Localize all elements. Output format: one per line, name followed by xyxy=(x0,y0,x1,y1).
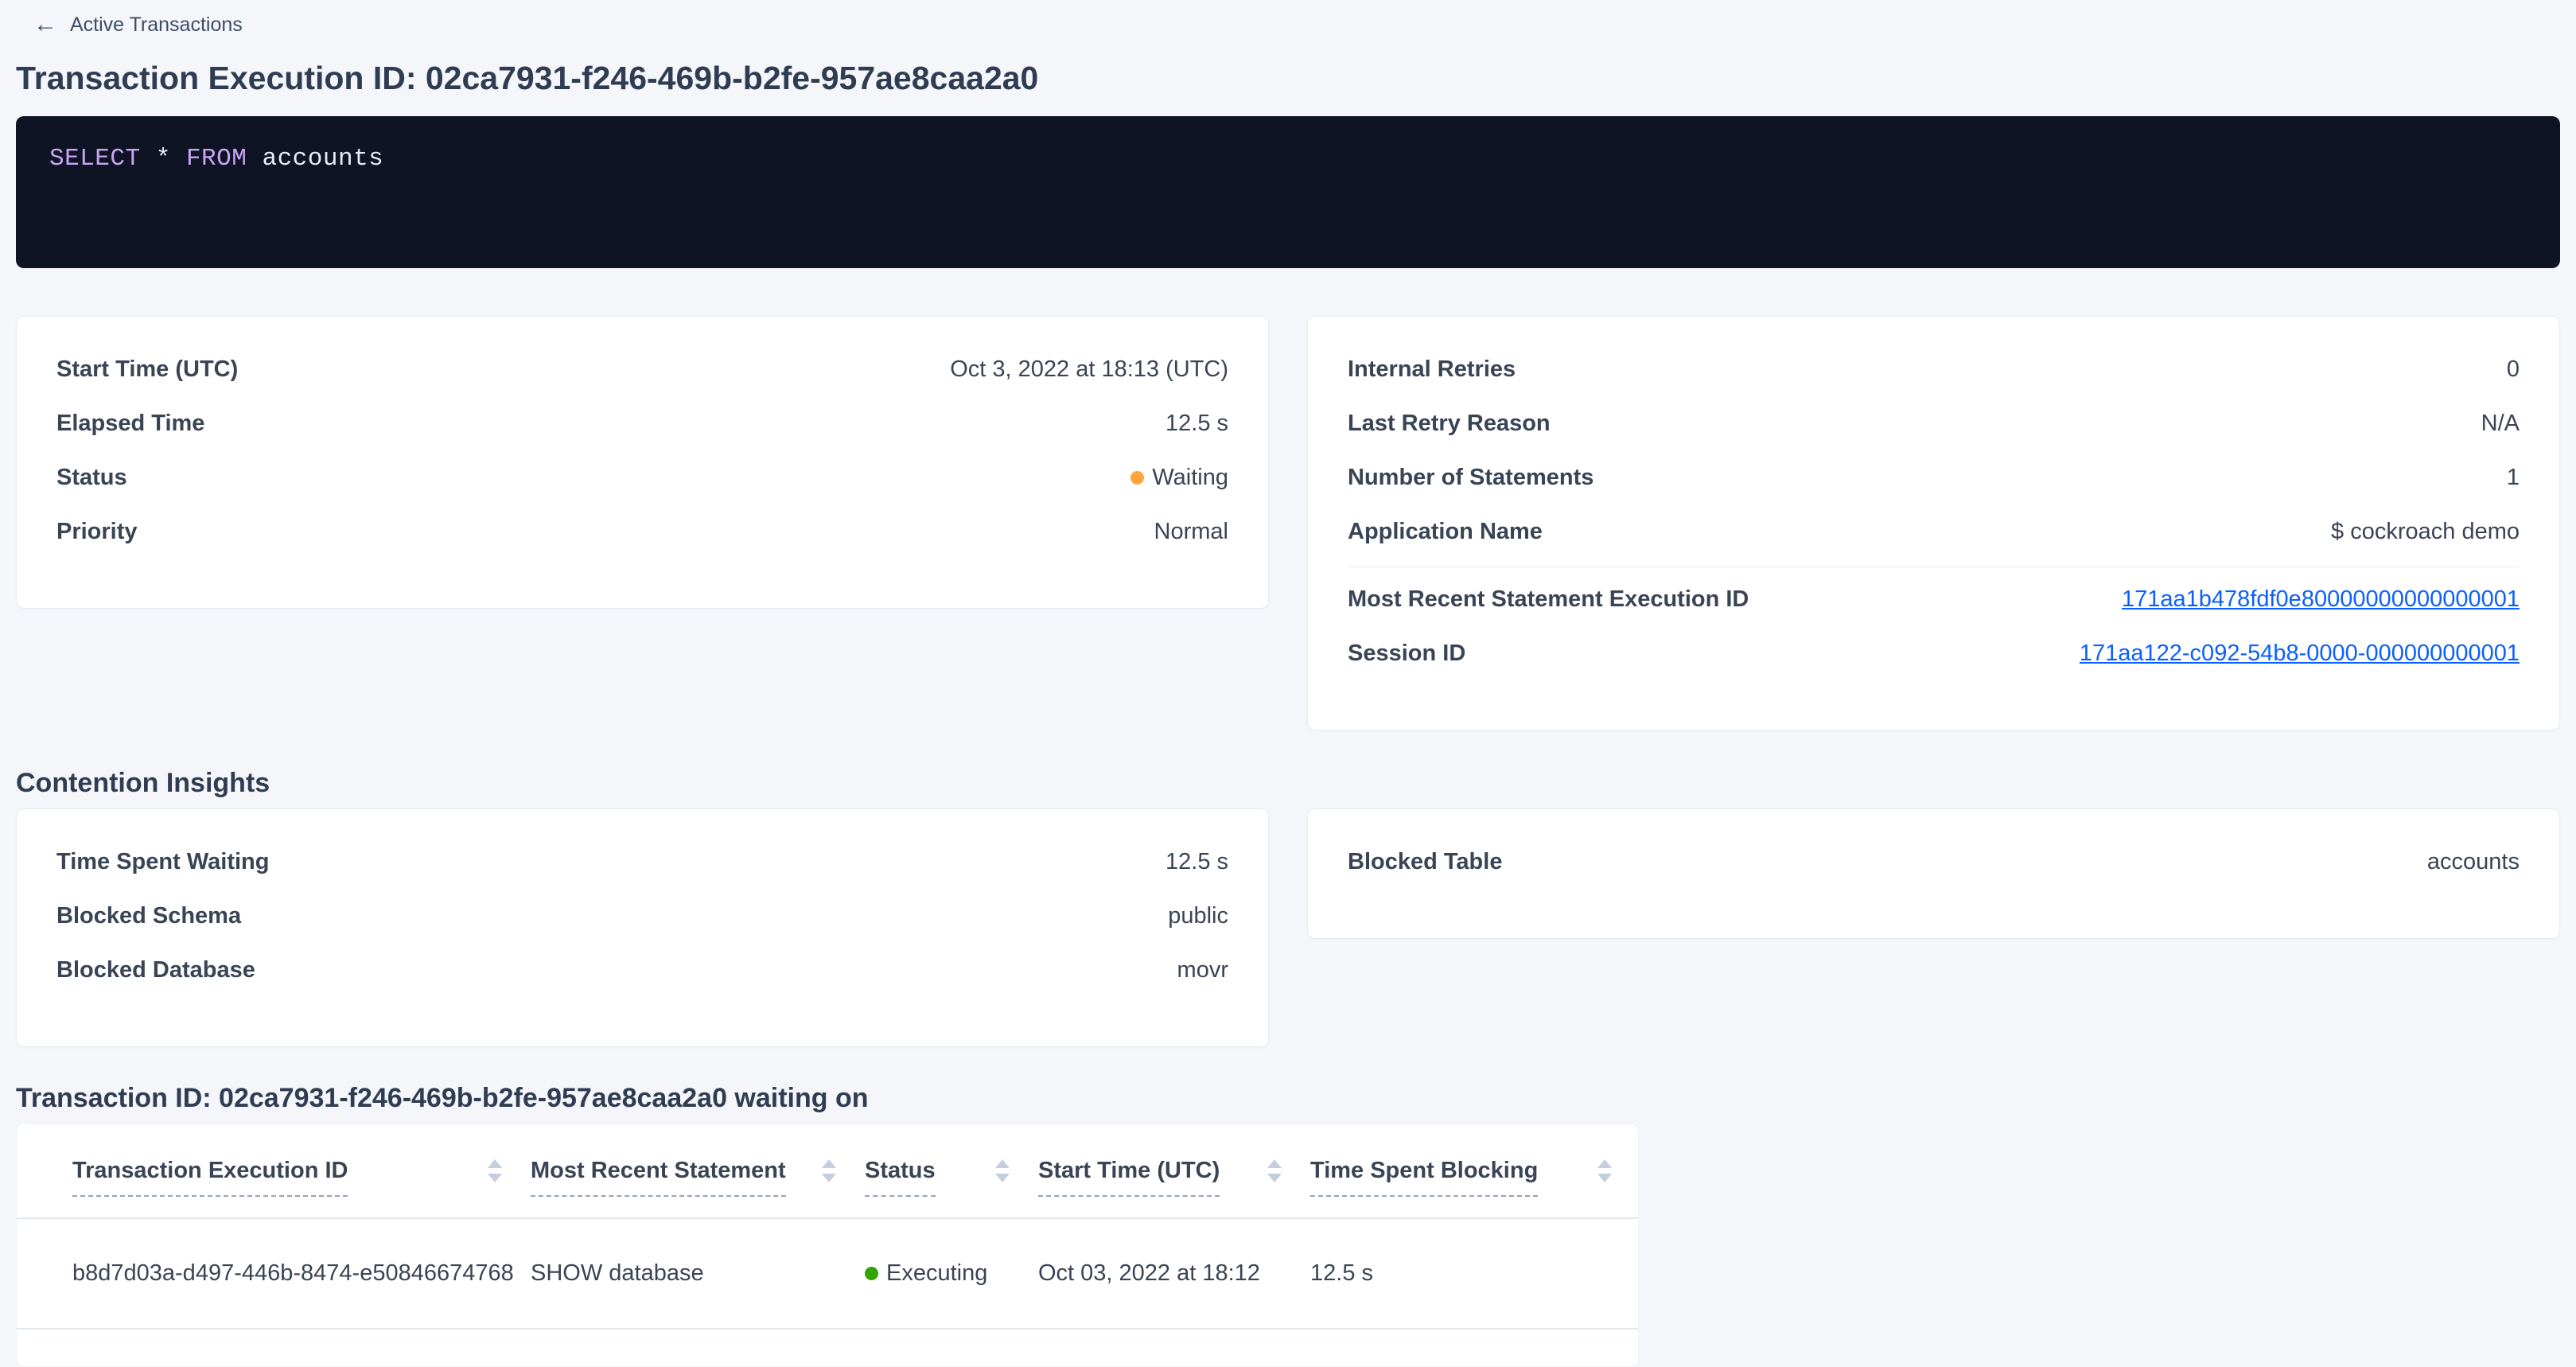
row-label: Most Recent Statement Execution ID xyxy=(1348,586,1749,613)
summary-row-most-recent-statement-execution-id: Most Recent Statement Execution ID 171aa… xyxy=(1348,572,2520,626)
sort-icon[interactable] xyxy=(1267,1159,1282,1182)
sql-keyword-from: FROM xyxy=(186,145,247,173)
row-label: Session ID xyxy=(1348,641,1465,667)
row-label: Start Time (UTC) xyxy=(56,356,238,383)
sql-statement-text: SELECT * FROM accounts xyxy=(49,145,383,173)
column-header-status[interactable]: Status xyxy=(864,1124,1037,1218)
waiting-on-table: Transaction Execution ID Most Recent Sta… xyxy=(17,1124,1639,1330)
column-header-label[interactable]: Transaction Execution ID xyxy=(72,1158,348,1197)
row-label: Elapsed Time xyxy=(56,411,204,437)
cell-status: Executing xyxy=(864,1218,1037,1329)
table-header-row: Transaction Execution ID Most Recent Sta… xyxy=(17,1124,1639,1218)
row-value: Normal xyxy=(1154,519,1228,545)
row-value: accounts xyxy=(2427,849,2520,875)
page-title: Transaction Execution ID: 02ca7931-f246-… xyxy=(16,59,2560,97)
cell-most-recent-statement: SHOW database xyxy=(530,1218,864,1329)
sort-icon[interactable] xyxy=(995,1159,1010,1182)
summary-row-priority: Priority Normal xyxy=(56,504,1228,559)
transaction-details-page: ← Active Transactions Transaction Execut… xyxy=(0,0,2576,1367)
sort-icon[interactable] xyxy=(488,1159,502,1182)
row-label: Blocked Database xyxy=(56,957,255,983)
row-value: 12.5 s xyxy=(1165,849,1228,875)
sql-keyword-select: SELECT xyxy=(49,145,141,173)
column-header-label[interactable]: Time Spent Blocking xyxy=(1310,1158,1538,1197)
table-row: b8d7d03a-d497-446b-8474-e50846674768 SHO… xyxy=(17,1218,1639,1329)
overview-left-card: Start Time (UTC) Oct 3, 2022 at 18:13 (U… xyxy=(16,316,1269,609)
row-label: Status xyxy=(56,465,127,491)
breadcrumb: ← Active Transactions xyxy=(16,0,2560,37)
row-value: 1 xyxy=(2507,465,2520,491)
session-id-link[interactable]: 171aa122-c092-54b8-0000-000000000001 xyxy=(2080,641,2520,667)
sql-table-name: accounts xyxy=(247,145,383,173)
row-value: 0 xyxy=(2507,356,2520,383)
status-value: Waiting xyxy=(1130,465,1228,491)
row-label: Priority xyxy=(56,519,138,545)
summary-row-start-time: Start Time (UTC) Oct 3, 2022 at 18:13 (U… xyxy=(56,342,1228,396)
contention-right-card: Blocked Table accounts xyxy=(1307,808,2560,939)
contention-row-blocked-table: Blocked Table accounts xyxy=(1348,835,2520,889)
sort-icon[interactable] xyxy=(822,1159,836,1182)
row-label: Application Name xyxy=(1348,519,1543,545)
sql-statement-box: SELECT * FROM accounts xyxy=(16,116,2560,268)
cell-time-spent-blocking: 12.5 s xyxy=(1309,1218,1639,1329)
statement-execution-id-link[interactable]: 171aa1b478fdf0e80000000000000001 xyxy=(2122,586,2520,613)
overview-right-card: Internal Retries 0 Last Retry Reason N/A… xyxy=(1307,316,2560,730)
row-value: public xyxy=(1168,903,1228,929)
sql-asterisk: * xyxy=(141,145,186,173)
row-label: Blocked Schema xyxy=(56,903,241,929)
contention-row-time-spent-waiting: Time Spent Waiting 12.5 s xyxy=(56,835,1228,889)
row-label: Last Retry Reason xyxy=(1348,411,1551,437)
contention-row-blocked-database: Blocked Database movr xyxy=(56,943,1228,997)
column-header-time-spent-blocking[interactable]: Time Spent Blocking xyxy=(1309,1124,1639,1218)
summary-row-status: Status Waiting xyxy=(56,450,1228,504)
summary-row-internal-retries: Internal Retries 0 xyxy=(1348,342,2520,396)
summary-row-application-name: Application Name $ cockroach demo xyxy=(1348,504,2520,559)
contention-cards-row: Time Spent Waiting 12.5 s Blocked Schema… xyxy=(16,808,2560,1047)
row-value: movr xyxy=(1177,957,1228,983)
summary-row-number-of-statements: Number of Statements 1 xyxy=(1348,450,2520,504)
contention-insights-heading: Contention Insights xyxy=(16,767,2560,799)
column-header-most-recent-statement[interactable]: Most Recent Statement xyxy=(530,1124,864,1218)
row-label: Number of Statements xyxy=(1348,465,1593,491)
row-value: $ cockroach demo xyxy=(2331,519,2520,545)
back-arrow-icon[interactable]: ← xyxy=(33,13,57,37)
cell-start-time: Oct 03, 2022 at 18:12 xyxy=(1037,1218,1309,1329)
column-header-start-time[interactable]: Start Time (UTC) xyxy=(1037,1124,1309,1218)
column-header-transaction-execution-id[interactable]: Transaction Execution ID xyxy=(17,1124,530,1218)
summary-row-last-retry-reason: Last Retry Reason N/A xyxy=(1348,396,2520,450)
waiting-on-table-card: Transaction Execution ID Most Recent Sta… xyxy=(16,1124,1639,1367)
row-value: N/A xyxy=(2481,411,2520,437)
breadcrumb-active-transactions-link[interactable]: Active Transactions xyxy=(70,14,243,37)
contention-left-card: Time Spent Waiting 12.5 s Blocked Schema… xyxy=(16,808,1269,1047)
column-header-label[interactable]: Most Recent Statement xyxy=(531,1158,786,1197)
status-executing-dot-icon xyxy=(865,1267,878,1280)
row-label: Time Spent Waiting xyxy=(56,849,269,875)
cell-transaction-execution-id: b8d7d03a-d497-446b-8474-e50846674768 xyxy=(17,1218,530,1329)
row-label: Internal Retries xyxy=(1348,356,1516,383)
waiting-on-heading: Transaction ID: 02ca7931-f246-469b-b2fe-… xyxy=(16,1082,2560,1114)
summary-row-session-id: Session ID 171aa122-c092-54b8-0000-00000… xyxy=(1348,626,2520,680)
column-header-label[interactable]: Status xyxy=(865,1158,936,1197)
overview-cards-row: Start Time (UTC) Oct 3, 2022 at 18:13 (U… xyxy=(16,316,2560,730)
contention-row-blocked-schema: Blocked Schema public xyxy=(56,889,1228,943)
status-waiting-dot-icon xyxy=(1130,471,1144,485)
sort-icon[interactable] xyxy=(1597,1159,1612,1182)
row-label: Blocked Table xyxy=(1348,849,1502,875)
column-header-label[interactable]: Start Time (UTC) xyxy=(1038,1158,1220,1197)
status-text: Executing xyxy=(886,1260,987,1287)
row-value: 12.5 s xyxy=(1165,411,1228,437)
summary-row-elapsed-time: Elapsed Time 12.5 s xyxy=(56,396,1228,450)
row-value: Oct 3, 2022 at 18:13 (UTC) xyxy=(950,356,1228,383)
status-text: Waiting xyxy=(1152,465,1228,491)
